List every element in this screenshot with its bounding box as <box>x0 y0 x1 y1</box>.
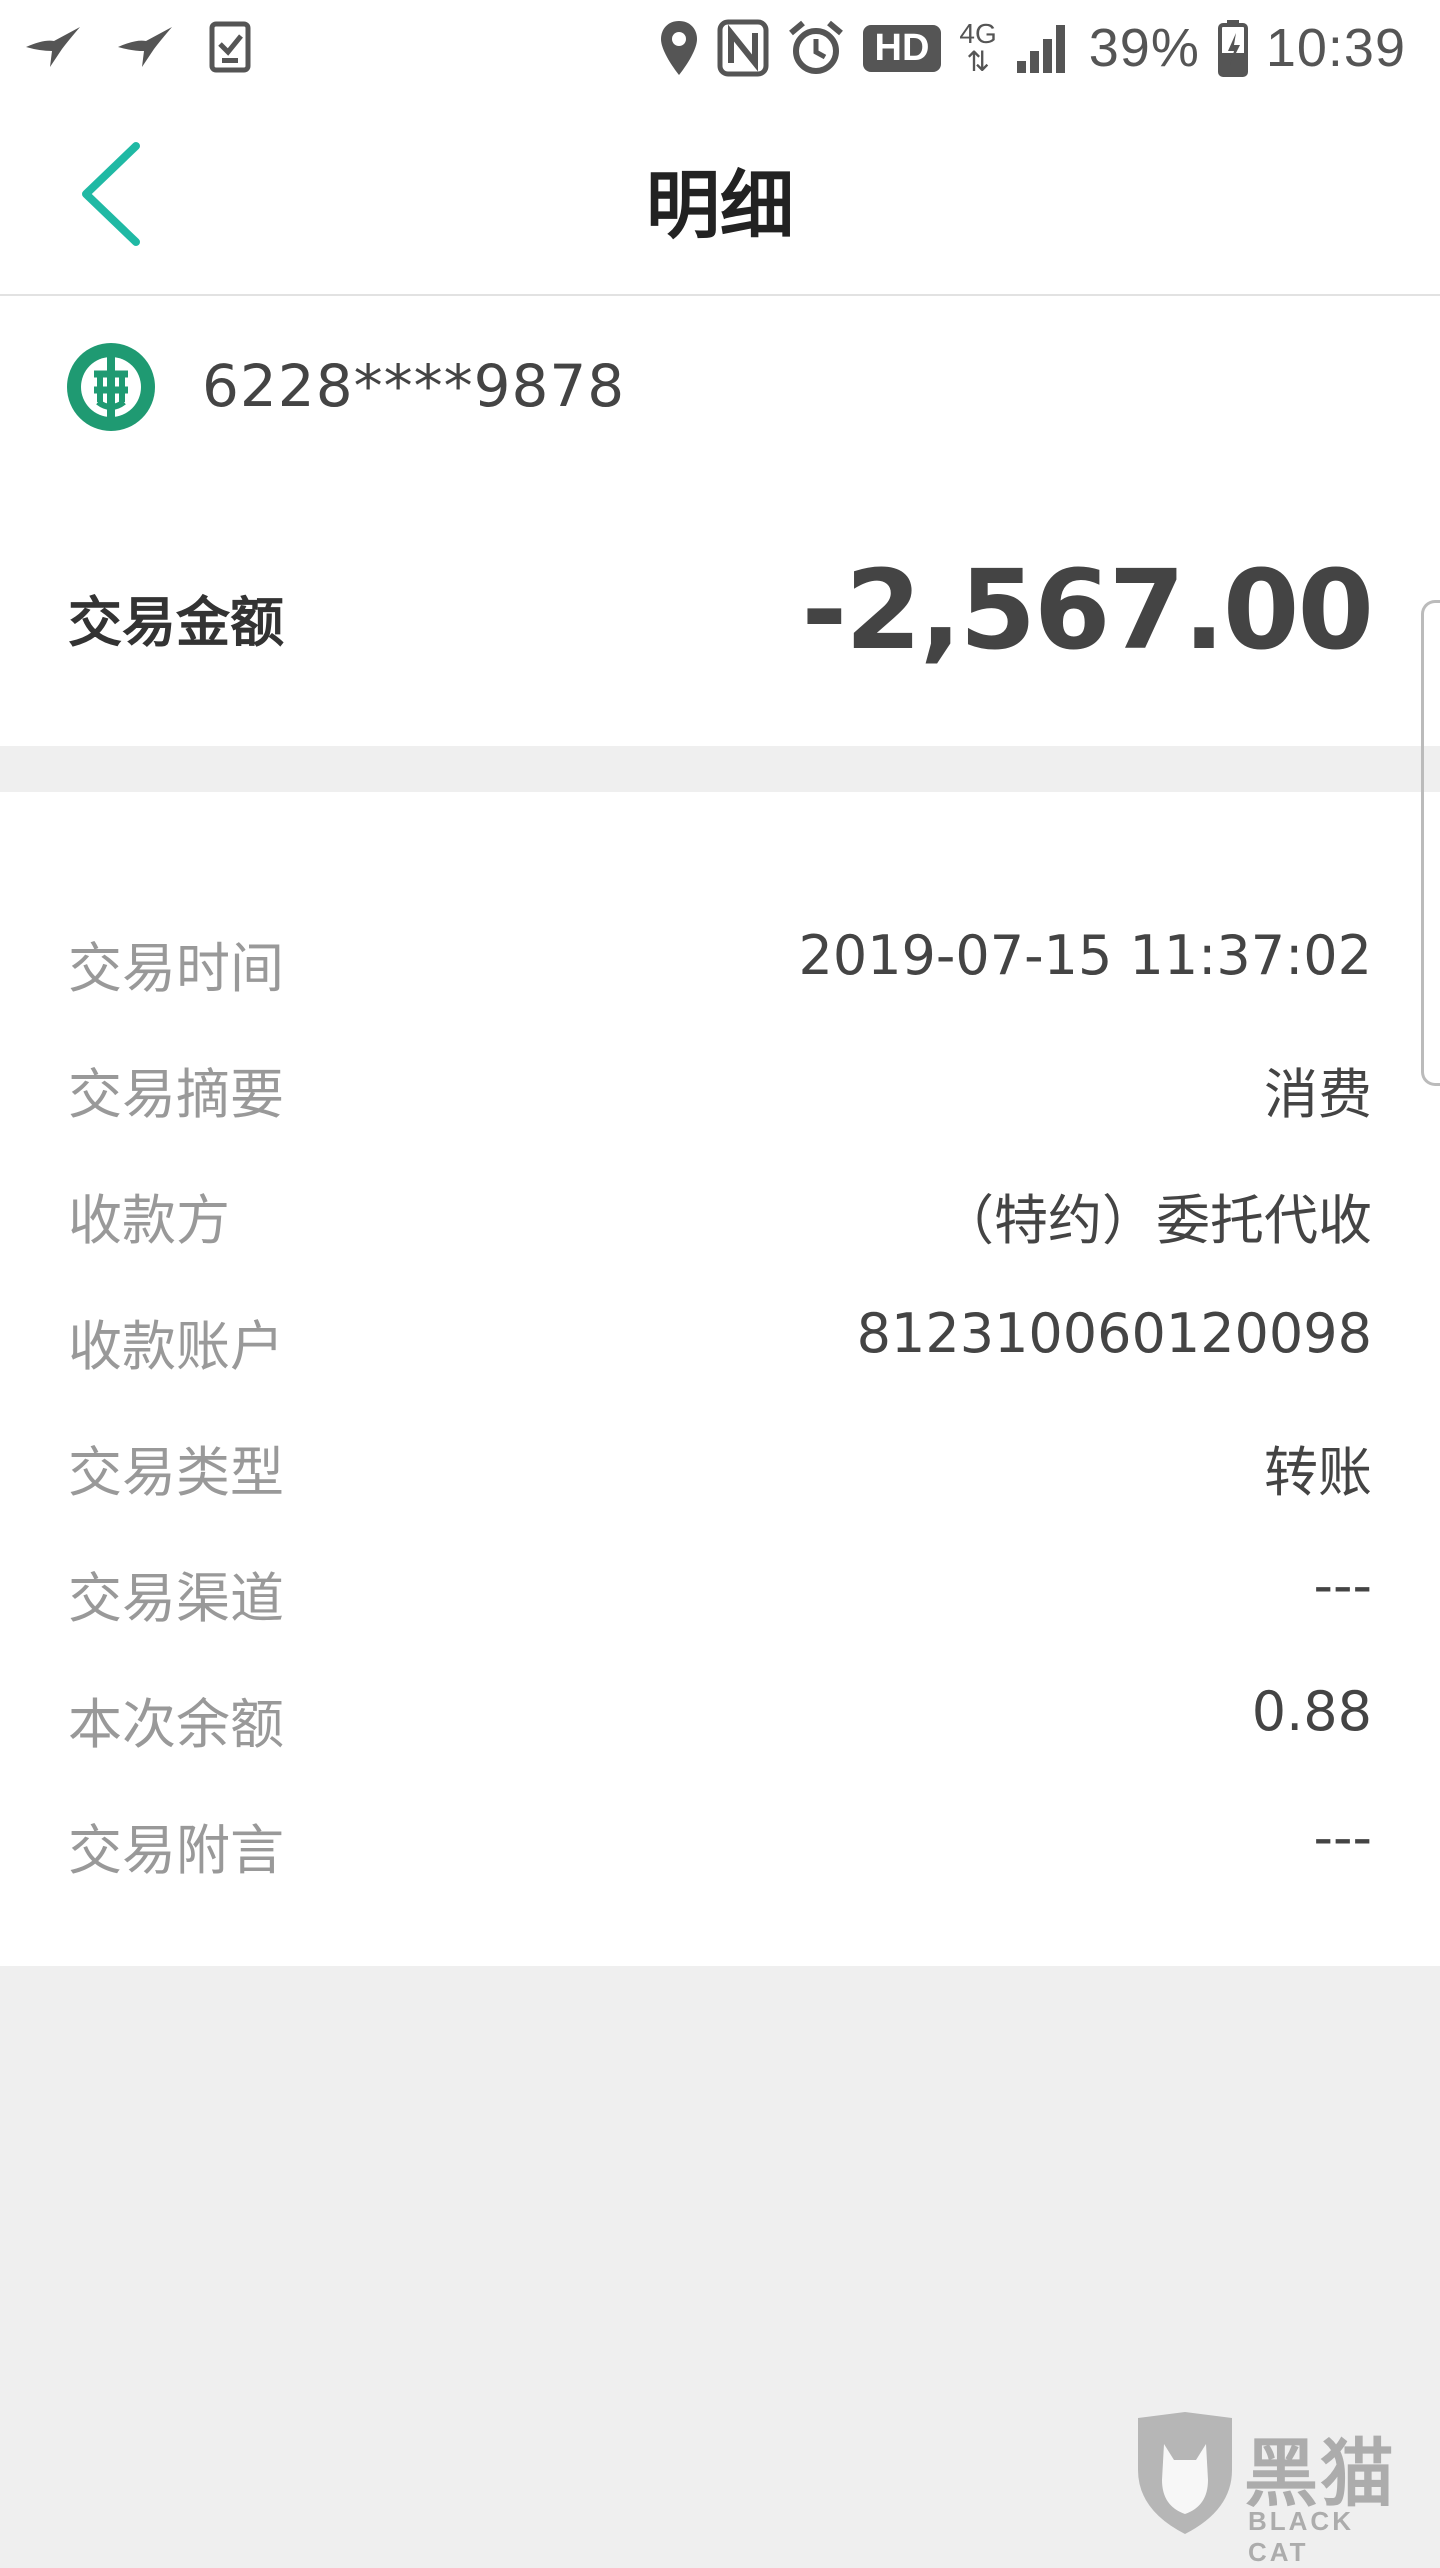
cat-shield-icon <box>1138 2412 1232 2534</box>
detail-value: （特约）委托代收 <box>940 1189 1372 1252</box>
detail-row-payee: 收款方 （特约）委托代收 <box>0 1148 1440 1274</box>
detail-value: 消费 <box>1264 1063 1372 1126</box>
battery-percent: 39% <box>1088 18 1200 78</box>
amount-label: 交易金额 <box>68 591 284 654</box>
detail-value: 转账 <box>1264 1441 1372 1504</box>
detail-label: 交易类型 <box>68 1441 284 1504</box>
detail-value: 812310060120098 <box>856 1302 1372 1365</box>
watermark-subtext: BLACK CAT <box>1248 2506 1354 2567</box>
status-bar: HD 4G ⇅ 39% 10:39 <box>0 0 1440 96</box>
detail-value: 2019-07-15 11:37:02 <box>798 924 1372 987</box>
detail-label: 收款账户 <box>68 1315 284 1378</box>
detail-value: --- <box>1313 1554 1372 1617</box>
edge-panel-handle[interactable] <box>1421 600 1440 1086</box>
watermark: 黑猫 BLACK CAT <box>1130 2410 1420 2567</box>
detail-label: 交易附言 <box>68 1819 284 1882</box>
location-icon <box>660 21 697 75</box>
detail-row-summary: 交易摘要 消费 <box>0 1022 1440 1148</box>
hd-badge: HD <box>862 24 942 72</box>
detail-label: 本次余额 <box>68 1693 284 1756</box>
detail-row-remark: 交易附言 --- <box>0 1778 1440 1904</box>
bird-notification-icon <box>26 27 80 67</box>
nfc-icon <box>717 19 769 77</box>
bird-notification-icon <box>118 27 172 67</box>
detail-row-type: 交易类型 转账 <box>0 1400 1440 1526</box>
detail-label: 交易时间 <box>68 937 284 1000</box>
detail-label: 交易摘要 <box>68 1063 284 1126</box>
detail-value: --- <box>1313 1806 1372 1869</box>
detail-value: 0.88 <box>1251 1680 1372 1743</box>
detail-row-time: 交易时间 2019-07-15 11:37:02 <box>0 896 1440 1022</box>
detail-label: 收款方 <box>68 1189 230 1252</box>
signal-icon <box>1016 25 1065 73</box>
alarm-icon <box>788 20 843 74</box>
bank-logo-icon <box>67 343 155 431</box>
detail-row-channel: 交易渠道 --- <box>0 1526 1440 1652</box>
detail-row-balance: 本次余额 0.88 <box>0 1652 1440 1778</box>
watermark-text: 黑猫 <box>1244 2431 1396 2517</box>
task-check-icon <box>209 21 251 73</box>
detail-label: 交易渠道 <box>68 1567 284 1630</box>
transaction-summary-card: 6228****9878 交易金额 -2,567.00 <box>0 296 1440 746</box>
transaction-details: 交易时间 2019-07-15 11:37:02 交易摘要 消费 收款方 （特约… <box>0 792 1440 1966</box>
amount-value: -2,567.00 <box>801 546 1374 674</box>
detail-row-payee-account: 收款账户 812310060120098 <box>0 1274 1440 1400</box>
network-type-label: 4G <box>959 18 997 49</box>
battery-charging-icon <box>1217 20 1248 77</box>
clock-time: 10:39 <box>1265 18 1406 78</box>
account-number: 6228****9878 <box>202 352 626 420</box>
network-type: 4G ⇅ <box>959 18 997 77</box>
app-header: 明细 <box>0 96 1440 296</box>
page-title: 明细 <box>646 163 794 249</box>
